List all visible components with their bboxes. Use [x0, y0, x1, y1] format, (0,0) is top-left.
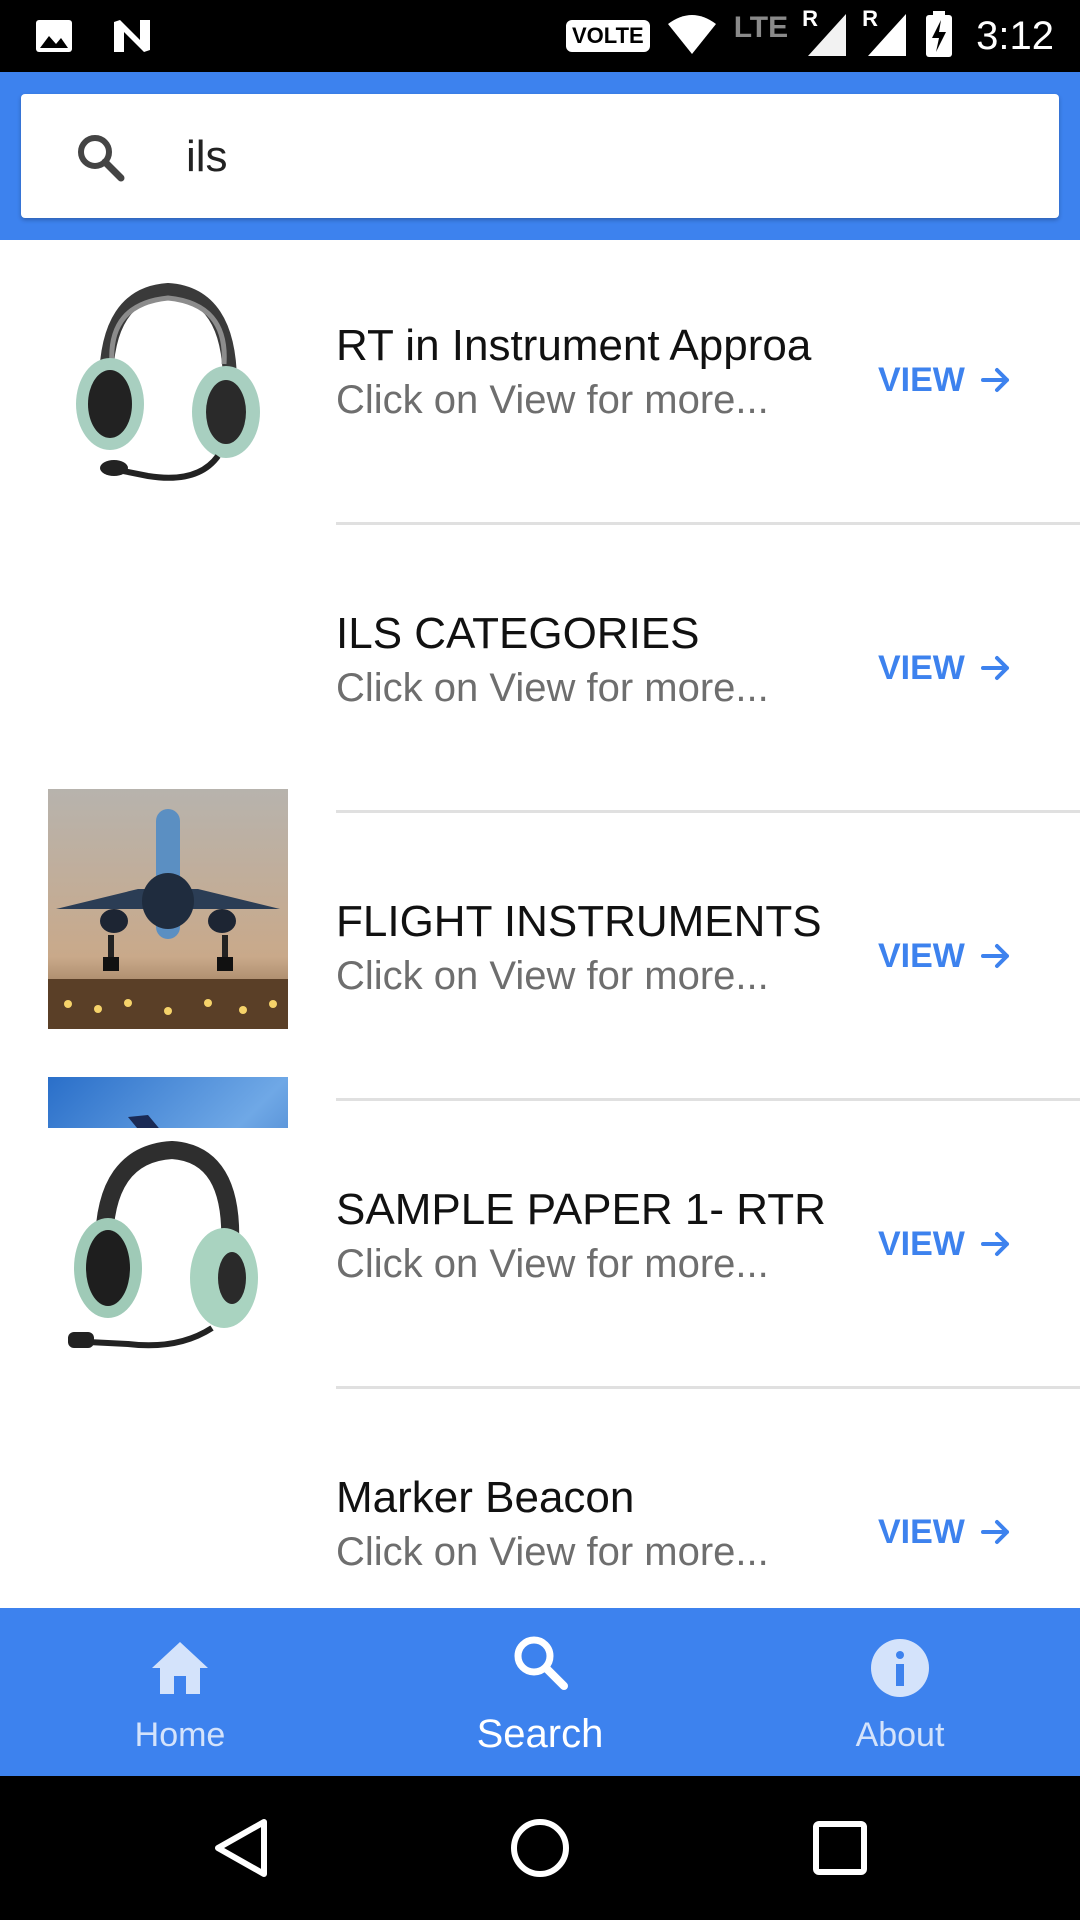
item-subtitle: Click on View for more... [336, 666, 769, 710]
divider [336, 1386, 1080, 1389]
search-icon [508, 1630, 572, 1699]
divider [336, 522, 1080, 525]
signal-roaming-icon: R [862, 6, 908, 63]
item-title: ILS CATEGORIES [336, 609, 700, 658]
system-navigation-bar [0, 1776, 1080, 1920]
arrow-right-icon [980, 1520, 1009, 1544]
nav-about[interactable]: About [720, 1608, 1080, 1776]
home-icon [148, 1636, 212, 1705]
roaming-label: R [802, 5, 819, 31]
view-label: VIEW [878, 648, 965, 687]
view-button[interactable]: VIEW [878, 350, 1028, 410]
list-item[interactable]: RT in Instrument Approa Click on View fo… [0, 240, 1080, 528]
item-subtitle: Click on View for more... [336, 954, 769, 998]
item-subtitle: Click on View for more... [336, 1242, 769, 1286]
recents-square-icon[interactable] [808, 1816, 872, 1880]
nav-search[interactable]: Search [360, 1608, 720, 1776]
signal-roaming-icon: R [802, 6, 848, 63]
home-circle-icon[interactable] [508, 1816, 572, 1880]
item-title: Marker Beacon [336, 1473, 635, 1522]
results-list: RT in Instrument Approa Click on View fo… [0, 240, 1080, 1608]
nav-home[interactable]: Home [0, 1608, 360, 1776]
list-item[interactable]: ILS CATEGORIES Click on View for more...… [0, 528, 1080, 1029]
search-header [0, 72, 1080, 240]
headset-image [48, 1128, 288, 1368]
item-title: SAMPLE PAPER 1- RTR [336, 1185, 826, 1234]
list-item[interactable]: FLIGHT INSTRUMENTS Click on View for mor… [0, 816, 1080, 1317]
n-notification-icon [110, 16, 154, 61]
arrow-right-icon [980, 368, 1009, 392]
view-label: VIEW [878, 1224, 965, 1263]
headset-image [48, 264, 288, 504]
search-icon [73, 130, 129, 186]
battery-charging-icon [924, 10, 954, 63]
item-subtitle: Click on View for more... [336, 1530, 769, 1574]
roaming-label: R [862, 5, 879, 31]
status-bar: VOLTE LTE R R 3:12 [0, 0, 1080, 72]
list-item[interactable]: SAMPLE PAPER 1- RTR Click on View for mo… [0, 1104, 1080, 1392]
image-notification-icon [34, 16, 74, 61]
wifi-icon [666, 14, 718, 59]
view-label: VIEW [878, 360, 965, 399]
lte-label: LTE [733, 11, 789, 44]
list-item[interactable]: Marker Beacon Click on View for more... … [0, 1392, 1080, 1608]
item-title: FLIGHT INSTRUMENTS [336, 897, 822, 946]
item-subtitle: Click on View for more... [336, 378, 769, 422]
view-label: VIEW [878, 936, 965, 975]
clock: 3:12 [976, 13, 1054, 58]
nav-about-label: About [855, 1716, 945, 1754]
view-button[interactable]: VIEW [878, 638, 1028, 698]
bottom-navigation: Home Search About [0, 1608, 1080, 1776]
search-bar[interactable] [21, 94, 1059, 218]
search-input[interactable] [186, 122, 1006, 192]
view-label: VIEW [878, 1512, 965, 1551]
volte-badge: VOLTE [565, 20, 650, 52]
item-title: RT in Instrument Approa [336, 321, 812, 370]
arrow-right-icon [980, 656, 1009, 680]
view-button[interactable]: VIEW [878, 1214, 1028, 1274]
view-button[interactable]: VIEW [878, 926, 1028, 986]
nav-home-label: Home [134, 1716, 226, 1754]
divider [336, 810, 1080, 813]
arrow-right-icon [980, 944, 1009, 968]
nav-search-label: Search [476, 1712, 604, 1756]
info-icon [868, 1636, 932, 1705]
divider [336, 1098, 1080, 1101]
back-icon[interactable] [210, 1816, 274, 1880]
view-button[interactable]: VIEW [878, 1502, 1028, 1562]
arrow-right-icon [980, 1232, 1009, 1256]
